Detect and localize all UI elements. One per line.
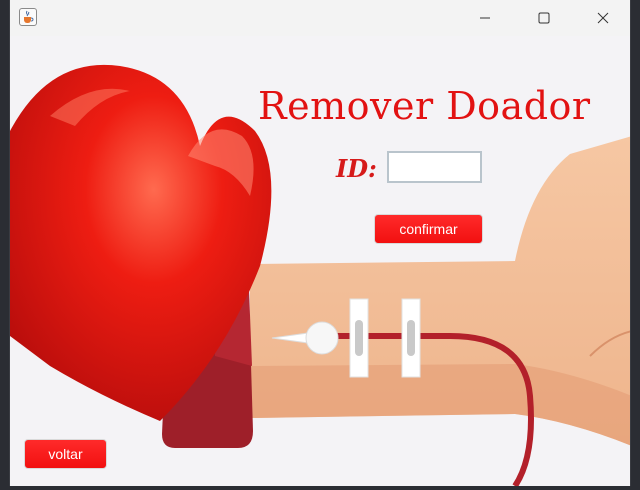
title-bar [10,0,630,36]
minimize-icon [480,17,490,19]
id-label: ID: [336,154,377,183]
minimize-button[interactable] [456,0,514,36]
close-button[interactable] [574,0,630,36]
app-window: Remover Doador ID: confirmar voltar [9,0,631,486]
java-cup-icon[interactable] [19,8,37,26]
close-icon [597,12,609,24]
confirm-button[interactable]: confirmar [374,214,483,244]
content-panel: Remover Doador ID: confirmar voltar [10,36,630,486]
maximize-button[interactable] [515,0,573,36]
maximize-icon [538,12,550,24]
id-input[interactable] [387,151,482,183]
back-button[interactable]: voltar [24,439,107,469]
page-title: Remover Doador [258,84,591,128]
